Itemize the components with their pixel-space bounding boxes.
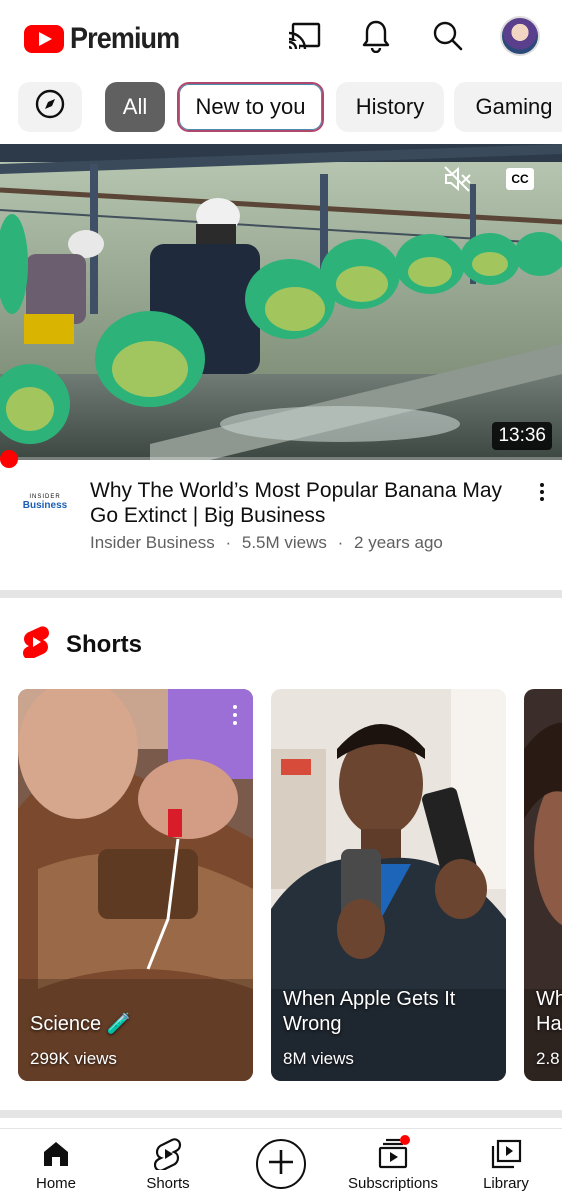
bottom-navigation-bar: Home Shorts Subscriptions Library (0, 1128, 562, 1200)
logo-text: Premium (70, 22, 180, 55)
search-icon[interactable] (430, 18, 466, 54)
explore-compass-icon (34, 88, 66, 126)
chip-all[interactable]: All (105, 82, 165, 132)
section-divider (0, 1110, 562, 1118)
shorts-section-header: Shorts (22, 626, 142, 663)
closed-captions-button[interactable]: CC (506, 168, 534, 190)
view-count: 5.5M views (241, 533, 327, 552)
video-metadata: Insider Business · 5.5M views · 2 years … (90, 533, 443, 553)
meta-separator: · (337, 533, 344, 552)
short-card[interactable]: Wh Ha 2.8 (524, 689, 562, 1081)
video-progress-scrubber[interactable] (0, 450, 18, 468)
shorts-icon (118, 1137, 218, 1171)
youtube-play-logo-icon (24, 25, 64, 53)
nav-home[interactable]: Home (6, 1137, 106, 1192)
library-icon (456, 1137, 556, 1171)
nav-home-label: Home (35, 1175, 76, 1192)
meta-separator: · (225, 533, 232, 552)
channel-logo-line2: Business (22, 500, 68, 511)
nav-shorts[interactable]: Shorts (118, 1137, 218, 1192)
nav-library-label: Library (483, 1175, 529, 1192)
chip-new-to-you[interactable]: New to you (177, 82, 324, 132)
video-progress-track[interactable] (0, 457, 562, 460)
section-divider (0, 590, 562, 598)
top-app-bar: Premium (0, 0, 562, 72)
notifications-bell-icon[interactable] (358, 18, 394, 54)
video-title[interactable]: Why The World’s Most Popular Banana May … (90, 478, 510, 528)
shorts-section-title: Shorts (66, 630, 143, 658)
short-views: 2.8 (536, 1049, 560, 1068)
profile-avatar[interactable] (500, 16, 540, 56)
short-views: 299K views (30, 1049, 117, 1068)
explore-chip[interactable] (18, 82, 82, 132)
video-player[interactable]: CC 13:36 (0, 144, 562, 460)
subscriptions-icon (343, 1137, 443, 1171)
chip-history[interactable]: History (336, 82, 444, 132)
short-more-options-icon[interactable] (233, 705, 239, 725)
short-card[interactable]: When Apple Gets It Wrong 8M views (271, 689, 506, 1081)
short-views: 8M views (283, 1049, 354, 1068)
video-frame-image (0, 144, 562, 460)
short-title: When Apple Gets It Wrong (283, 988, 456, 1035)
shorts-logo-icon (22, 626, 50, 663)
filter-chip-bar: All New to you History Gaming (0, 82, 562, 134)
short-card[interactable]: Science 🧪 299K views (18, 689, 253, 1081)
cast-icon[interactable] (286, 18, 322, 54)
video-more-options-icon[interactable] (530, 480, 554, 504)
short-title: Wh Ha (536, 988, 562, 1035)
nav-subscriptions-label: Subscriptions (347, 1175, 439, 1192)
chip-gaming[interactable]: Gaming (454, 82, 562, 132)
create-button[interactable] (256, 1139, 306, 1189)
nav-library[interactable]: Library (456, 1137, 556, 1192)
mute-icon[interactable] (442, 164, 472, 194)
subscriptions-notification-badge (400, 1135, 410, 1145)
nav-subscriptions[interactable]: Subscriptions (343, 1137, 443, 1192)
video-duration: 13:36 (492, 422, 552, 450)
create-plus-icon (266, 1147, 296, 1182)
short-title: Science 🧪 (30, 1013, 132, 1035)
channel-avatar[interactable]: INSIDER Business (20, 494, 70, 514)
nav-shorts-label: Shorts (146, 1175, 190, 1192)
upload-age: 2 years ago (354, 533, 443, 552)
home-icon (6, 1137, 106, 1171)
channel-name[interactable]: Insider Business (90, 533, 215, 552)
youtube-premium-logo[interactable]: Premium (24, 22, 191, 56)
